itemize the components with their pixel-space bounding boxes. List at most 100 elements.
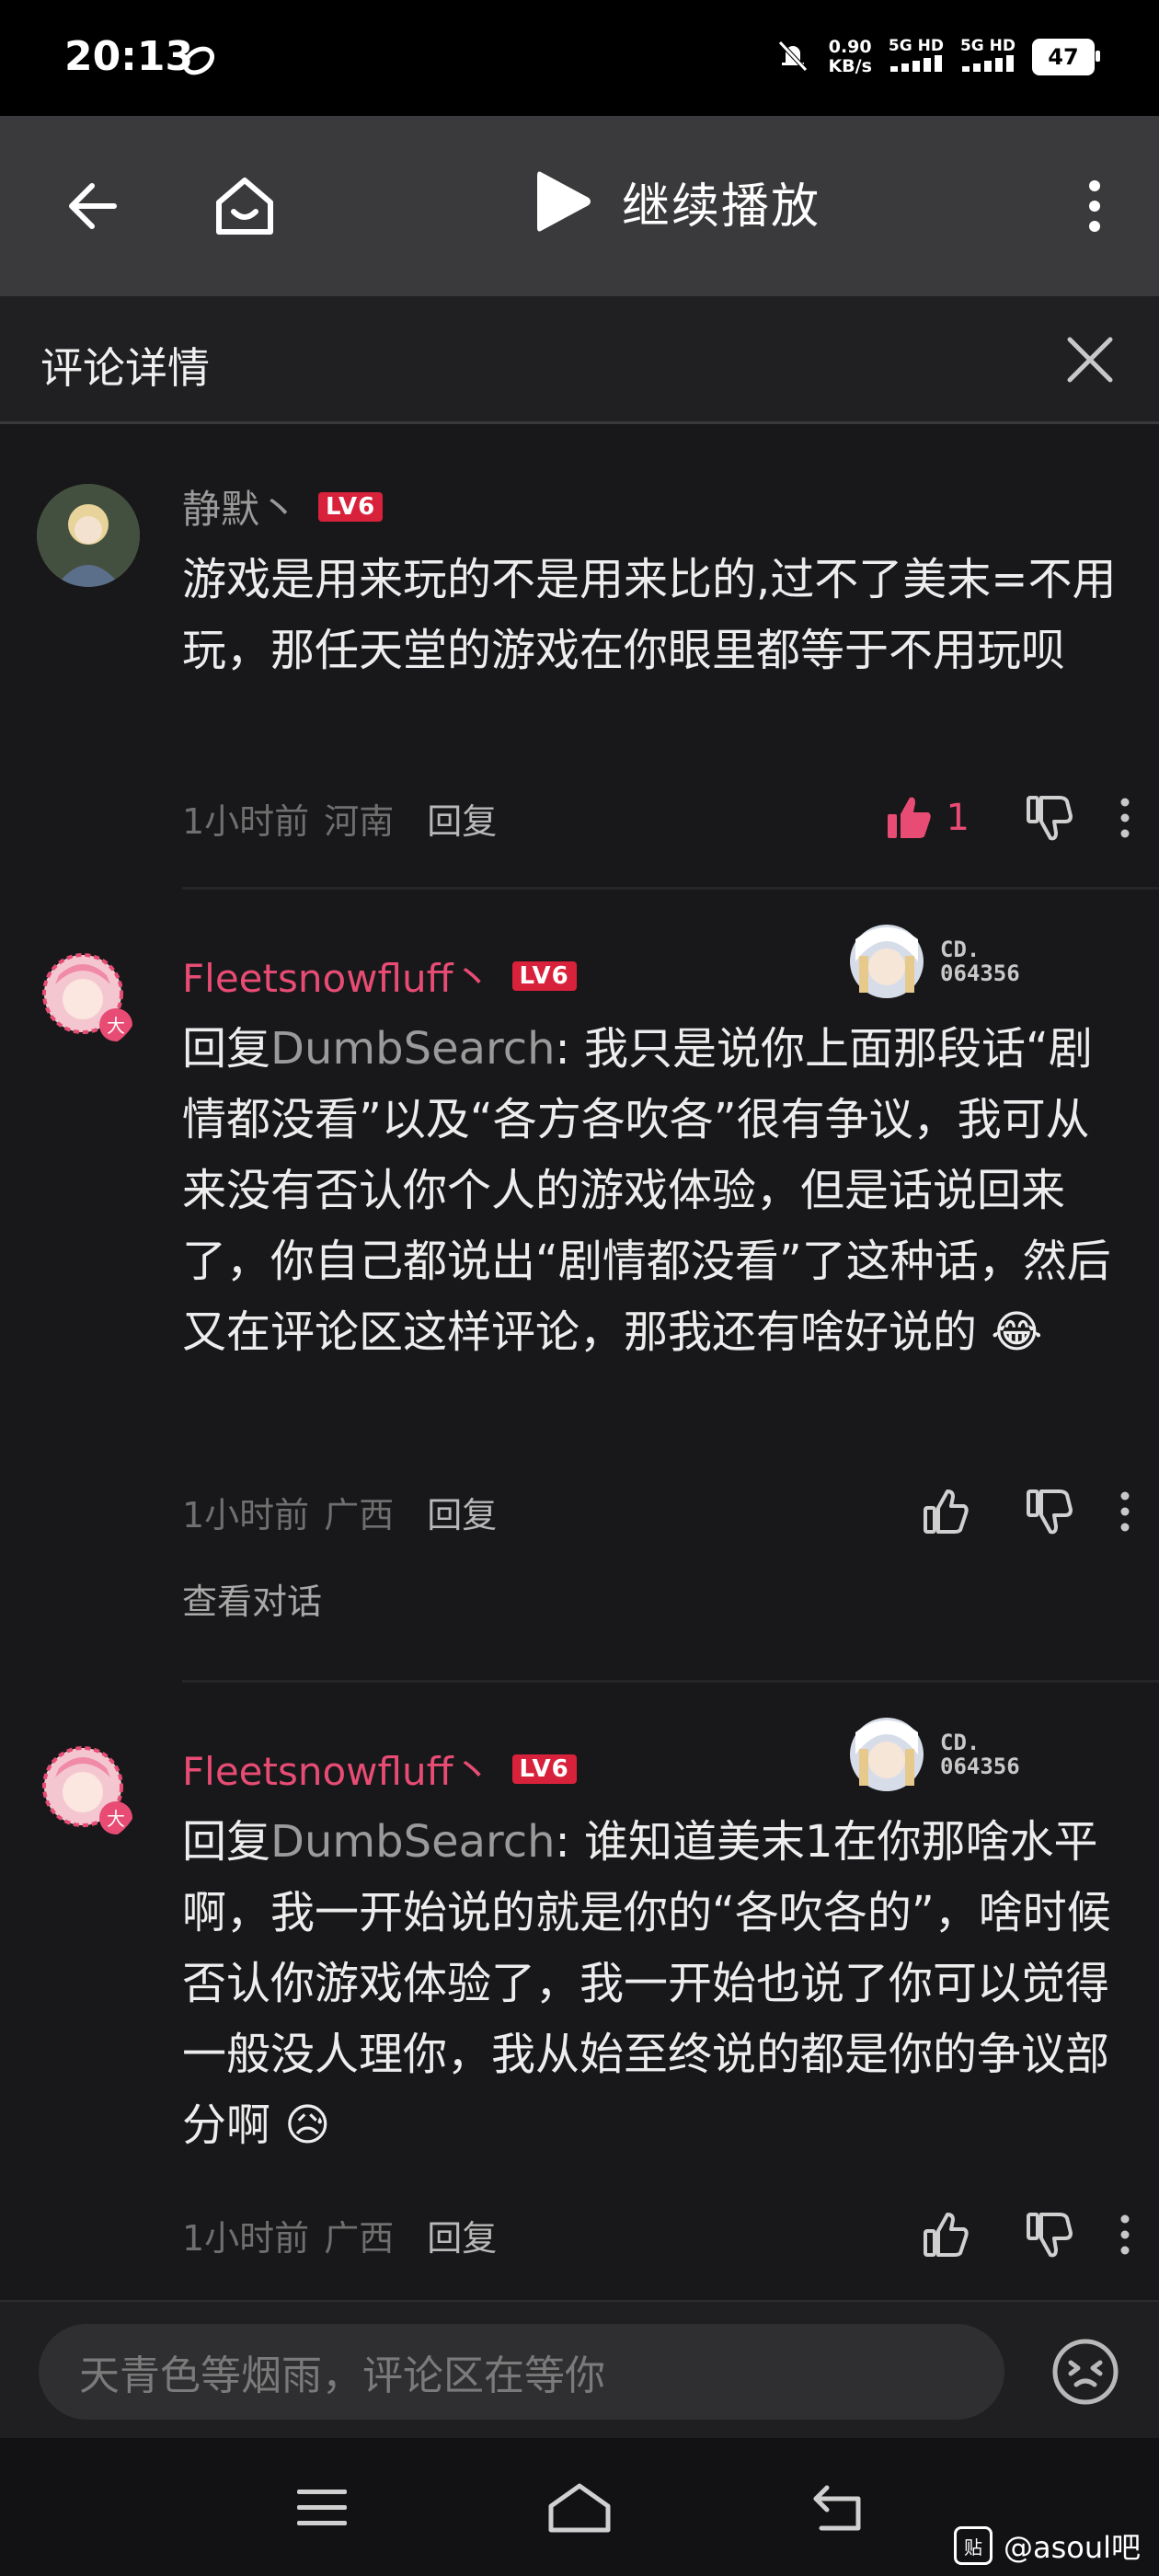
reply-target-username[interactable]: DumbSearch [270,1023,556,1075]
comment-username[interactable]: Fleetsnowfluff丶 [182,1741,492,1797]
comment-text: 回复DumbSearch: 谁知道美末1在你那啥水平啊，我一开始说的就是你的“各… [182,1807,1130,2161]
comment-time-location: 1小时前 河南 [182,793,394,844]
avatar-image: 大 [42,1746,132,1834]
speed-unit: KB/s [828,56,872,76]
comment-actions [922,2202,1131,2267]
status-bar: 20:13 0.90 KB/s 5G HD 5G HD 47 [0,0,1159,116]
back-arrow-icon [69,183,117,229]
avatar[interactable]: 大 [37,1741,140,1844]
app-notification-icon [180,42,217,83]
comment-text: 游戏是用来玩的不是用来比的,过不了美末=不用玩，那任天堂的游戏在你眼里都等于不用… [182,545,1130,686]
reply-button[interactable]: 回复 [427,2210,497,2260]
reply-button[interactable]: 回复 [427,1487,497,1537]
thumbs-down-icon [1027,796,1073,841]
battery-indicator: 47 [1032,39,1100,75]
watermark-text: @asoul吧 [1003,2530,1141,2565]
more-vertical-icon [1120,1491,1130,1532]
comment-time: 1小时前 [182,1495,310,1535]
status-time: 20:13 [64,33,194,80]
level-badge: LV6 [318,491,384,522]
back-button[interactable] [44,160,136,252]
fan-badge-code: CD. 064356 [940,1731,1020,1778]
fan-badge[interactable]: CD. 064356 [846,1713,1058,1796]
like-button[interactable]: 1 [886,786,970,850]
comment-time: 1小时前 [182,801,310,842]
badge-code-line2: 064356 [940,1754,1020,1779]
signal-bars-icon [889,55,942,72]
more-vertical-icon [1120,798,1130,838]
dislike-button[interactable] [1025,2202,1073,2267]
home-button[interactable] [199,160,291,252]
tieba-logo-icon: 贴 [953,2526,993,2565]
menu-lines-icon [297,2490,347,2525]
tieba-watermark: 贴 @asoul吧 [953,2524,1141,2567]
home-icon [216,178,273,235]
svg-text:大: 大 [107,1808,125,1830]
close-button[interactable] [1058,328,1122,392]
fan-badge-character-icon [850,925,924,998]
thumbs-down-icon [1027,1489,1073,1535]
thumbs-down-icon [1027,2213,1073,2258]
avatar[interactable] [37,484,140,587]
sim2-label: 5G HD [959,37,1016,55]
recent-apps-button[interactable] [285,2478,359,2537]
more-vertical-icon [1089,180,1100,232]
comment-time: 1小时前 [182,2218,310,2259]
like-button[interactable] [922,1479,970,1544]
comment-more-button[interactable] [1119,2202,1131,2267]
continue-play-label: 继续播放 [622,178,821,235]
thumbs-up-filled-icon [887,797,931,838]
continue-play-button[interactable]: 继续播放 [534,167,820,236]
back-return-icon [813,2485,861,2531]
avatar[interactable]: 大 [37,948,140,1051]
comment-username-row: Fleetsnowfluff丶 LV6 [182,948,577,1004]
comment-input-bar: 天青色等烟雨，评论区在等你 [0,2300,1159,2440]
level-badge: LV6 [511,960,577,991]
like-button[interactable] [922,2202,970,2267]
system-navigation-bar: 贴 @asoul吧 [0,2438,1159,2576]
fan-badge[interactable]: CD. 064356 [846,920,1058,1003]
comment-username-row: 静默丶 LV6 [182,478,384,535]
close-icon [1067,337,1113,383]
reply-button[interactable]: 回复 [427,793,497,844]
view-conversation-link[interactable]: 查看对话 [182,1573,322,1624]
comment-time-location: 1小时前 广西 [182,1487,394,1537]
comment-more-button[interactable] [1119,1479,1131,1544]
badge-code-line2: 064356 [940,960,1020,986]
more-vertical-icon [1120,2214,1130,2255]
fan-badge-character-icon [850,1718,924,1791]
comment-actions [922,1479,1131,1544]
fan-badge-code: CD. 064356 [940,937,1020,985]
dislike-button[interactable] [1025,1479,1073,1544]
mute-bell-icon [775,37,811,77]
emoji-button[interactable] [1050,2337,1120,2407]
comment-username[interactable]: Fleetsnowfluff丶 [182,948,492,1004]
speed-value: 0.90 [828,37,872,57]
status-indicators: 0.90 KB/s 5G HD 5G HD 47 [775,37,1100,77]
sim1-label: 5G HD [888,37,944,55]
more-options-button[interactable] [1049,160,1141,252]
comment-more-button[interactable] [1119,786,1131,850]
network-speed: 0.90 KB/s [828,38,871,76]
comment-text: 回复DumbSearch: 我只是说你上面那段话“剧情都没看”以及“各方各吹各”… [182,1014,1130,1368]
dislike-button[interactable] [1025,786,1073,850]
badge-code-line1: CD. [940,1730,981,1755]
reply-target-username[interactable]: DumbSearch [270,1816,556,1868]
comment-meta: 1小时前 广西 回复 [182,2210,497,2260]
play-icon [537,171,591,232]
svg-text:大: 大 [107,1015,125,1037]
sim1-signal: 5G HD [889,38,944,76]
comment-username-row: Fleetsnowfluff丶 LV6 [182,1741,577,1797]
badge-code-line1: CD. [940,937,981,962]
like-count: 1 [946,797,970,839]
comment-location: 广西 [324,2218,395,2259]
comment-actions: 1 [886,786,1131,850]
comment-input[interactable]: 天青色等烟雨，评论区在等你 [39,2324,1004,2420]
system-home-button[interactable] [543,2478,616,2537]
system-back-button[interactable] [800,2478,874,2537]
comment-username[interactable]: 静默丶 [182,478,298,535]
sim2-signal: 5G HD [960,38,1016,76]
comment-divider [182,887,1159,890]
comment-location: 河南 [324,801,395,842]
avatar-image: 大 [42,953,132,1041]
